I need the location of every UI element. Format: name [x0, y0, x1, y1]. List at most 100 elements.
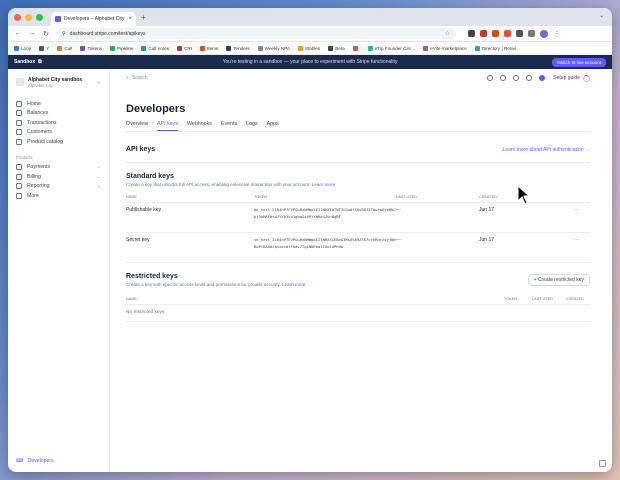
- bookmark-label: Cult notes: [148, 45, 170, 51]
- notifications-icon[interactable]: [513, 75, 520, 81]
- sidebar-item-more[interactable]: More: [16, 191, 101, 201]
- bookmark-item[interactable]: eTip Founder Circ...: [367, 45, 415, 51]
- bookmark-item[interactable]: Items: [200, 45, 218, 51]
- sidebar-item-label: Payments: [27, 164, 51, 171]
- settings-icon[interactable]: [526, 75, 533, 81]
- developer-tabs: Overview API keys Webhooks Events Logs A…: [126, 121, 590, 132]
- forward-icon[interactable]: →: [28, 30, 36, 37]
- bookmark-item[interactable]: [352, 45, 360, 51]
- key-last-used: —: [396, 237, 401, 243]
- bookmark-favicon-icon: [200, 45, 206, 51]
- more-icon: [16, 192, 22, 199]
- tab-api-keys[interactable]: API keys: [157, 121, 178, 131]
- column-header-name: NAME: [126, 195, 137, 199]
- close-window-icon[interactable]: [14, 13, 21, 21]
- tab-title: Developers – Alphabet City sa...: [64, 16, 125, 22]
- tab-apps[interactable]: Apps: [267, 121, 279, 131]
- column-header-last-used: LAST USED: [396, 195, 418, 199]
- bookmark-item[interactable]: Tenders: [226, 45, 250, 51]
- tab-logs[interactable]: Logs: [246, 121, 258, 131]
- setup-guide-button[interactable]: Setup guide: [553, 74, 590, 82]
- top-bar: ⌕ Search Setup guide: [126, 69, 590, 87]
- row-more-button[interactable]: ···: [559, 207, 579, 232]
- row-more-button[interactable]: ···: [559, 237, 579, 262]
- tab-webhooks[interactable]: Webhooks: [187, 121, 212, 131]
- key-token[interactable]: pk_test_51R4hP7FVPGuHzNMWpkEI1NHXIq7NT3c…: [254, 207, 396, 232]
- create-plus-icon[interactable]: [539, 75, 546, 81]
- back-icon[interactable]: ←: [14, 30, 22, 37]
- search-placeholder: Search: [131, 75, 148, 81]
- sidebar-item-payments[interactable]: Payments ⌄: [16, 163, 101, 173]
- key-created: Jun 17: [479, 207, 495, 213]
- bookmark-item[interactable]: Y: [39, 45, 49, 51]
- bookmark-item[interactable]: Weekly NPA: [257, 45, 290, 51]
- bookmark-item[interactable]: Stables: [297, 45, 321, 51]
- extension-icon[interactable]: [504, 30, 511, 37]
- key-token[interactable]: sk_test_51R4hP7FVPGuHzNMWpkEI1NHXXIEBeG3…: [254, 237, 396, 262]
- bookmark-item[interactable]: Cult notes: [141, 45, 170, 51]
- switch-to-live-button[interactable]: Switch to live account: [551, 57, 606, 67]
- column-header-token: TOKEN: [254, 195, 268, 199]
- restricted-keys-description-text: Create a key with specific access limits…: [126, 282, 281, 287]
- sidebar-item-home[interactable]: Home: [16, 99, 101, 109]
- browser-tab[interactable]: Developers – Alphabet City sa... ×: [51, 12, 136, 26]
- help-icon[interactable]: [500, 75, 507, 81]
- sidebar-item-balances[interactable]: Balances: [16, 109, 101, 119]
- bookmark-favicon-icon: [328, 45, 334, 51]
- bookmark-favicon-icon: [352, 45, 358, 51]
- menu-dots-icon[interactable]: ⋮: [553, 30, 561, 38]
- extension-icon[interactable]: [492, 30, 499, 37]
- sidebar-item-customers[interactable]: Customers: [16, 128, 101, 138]
- profile-avatar[interactable]: [540, 29, 548, 38]
- apps-icon[interactable]: [487, 75, 494, 81]
- account-subtitle: Alphabet City: [28, 82, 53, 88]
- bookmark-label: Tenders: [233, 45, 250, 51]
- bookmark-label: Beta: [335, 45, 345, 51]
- site-info-icon[interactable]: ⚲: [62, 31, 66, 37]
- bookmark-item[interactable]: CRI: [177, 45, 192, 51]
- bookmark-favicon-icon: [367, 45, 373, 51]
- bookmark-item[interactable]: Cult: [57, 45, 72, 51]
- bookmark-item[interactable]: Pipeline: [110, 45, 133, 51]
- divider: [126, 162, 590, 163]
- url-field[interactable]: ⚲ dashboard.stripe.com/test/apikeys ☆: [56, 28, 456, 39]
- chat-corner-icon[interactable]: [599, 460, 606, 467]
- sidebar-item-billing[interactable]: Billing ⌄: [16, 172, 101, 182]
- extensions-area: ⋮: [468, 29, 561, 38]
- standard-keys-learn-more-link[interactable]: Learn more: [312, 182, 336, 187]
- new-tab-icon[interactable]: +: [141, 13, 146, 22]
- tab-events[interactable]: Events: [221, 121, 237, 131]
- tab-list-chevron-icon[interactable]: ⌄: [599, 12, 604, 19]
- bookmark-star-icon[interactable]: ☆: [445, 30, 450, 37]
- address-bar: ← → ↻ ⚲ dashboard.stripe.com/test/apikey…: [8, 26, 612, 42]
- learn-more-api-auth-link[interactable]: Learn more about API authentication →: [502, 147, 590, 153]
- developers-icon: ⌨: [16, 458, 24, 464]
- bookmark-item[interactable]: Beta: [328, 45, 345, 51]
- extension-icon[interactable]: [480, 30, 487, 37]
- bookmark-item[interactable]: Tokens: [80, 45, 102, 51]
- restricted-keys-description: Create a key with specific access limits…: [126, 282, 305, 287]
- bookmark-item[interactable]: Loop: [14, 45, 31, 51]
- sidebar-item-product-catalog[interactable]: Product catalog: [16, 137, 101, 147]
- reload-icon[interactable]: ↻: [42, 30, 50, 38]
- bookmark-label: Stables: [304, 45, 321, 51]
- extension-icon[interactable]: [468, 30, 475, 37]
- puzzle-icon[interactable]: [528, 30, 535, 37]
- stripe-favicon-icon: [55, 16, 61, 22]
- sidebar-developers-link[interactable]: ⌨ Developers: [16, 458, 54, 464]
- extension-icon[interactable]: [516, 30, 523, 37]
- create-restricted-key-button[interactable]: + Create restricted key: [527, 274, 590, 286]
- maximize-window-icon[interactable]: [36, 13, 43, 21]
- sidebar-item-reporting[interactable]: Reporting ⌄: [16, 182, 101, 192]
- window-controls: [14, 13, 43, 21]
- sidebar-item-transactions[interactable]: Transactions: [16, 118, 101, 128]
- search-input[interactable]: ⌕ Search: [126, 75, 479, 81]
- tab-close-icon[interactable]: ×: [128, 16, 132, 22]
- bookmark-favicon-icon: [257, 45, 263, 51]
- restricted-keys-learn-more-link[interactable]: Learn more: [282, 282, 306, 287]
- account-switcher[interactable]: Alphabet City sandbox Alphabet City ⌄: [16, 73, 101, 91]
- bookmark-item[interactable]: eVite marketplace: [423, 45, 467, 51]
- tab-overview[interactable]: Overview: [126, 121, 148, 131]
- bookmark-item[interactable]: Directory | Retail: [474, 45, 516, 51]
- minimize-window-icon[interactable]: [25, 13, 32, 21]
